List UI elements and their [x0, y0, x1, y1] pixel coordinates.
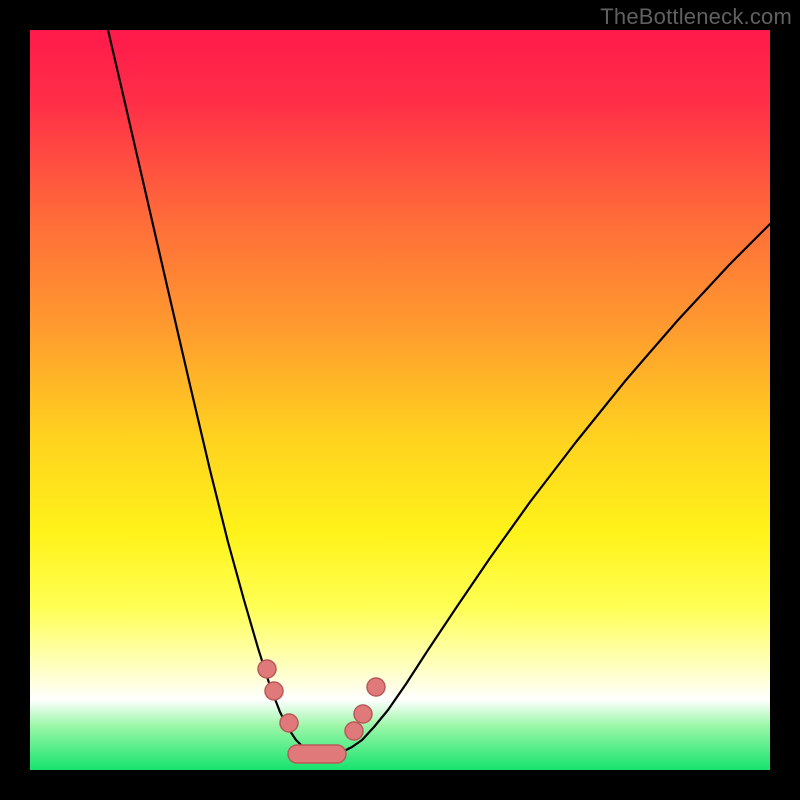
- watermark-text: TheBottleneck.com: [600, 4, 792, 30]
- highlight-marker: [345, 722, 363, 740]
- gradient-background: [30, 30, 770, 770]
- chart-frame: TheBottleneck.com: [0, 0, 800, 800]
- plot-area: [30, 30, 770, 770]
- highlight-marker: [367, 678, 385, 696]
- highlight-marker: [354, 705, 372, 723]
- highlight-marker: [258, 660, 276, 678]
- optimal-band-marker: [288, 745, 346, 763]
- highlight-marker: [280, 714, 298, 732]
- highlight-marker: [265, 682, 283, 700]
- plot-svg: [30, 30, 770, 770]
